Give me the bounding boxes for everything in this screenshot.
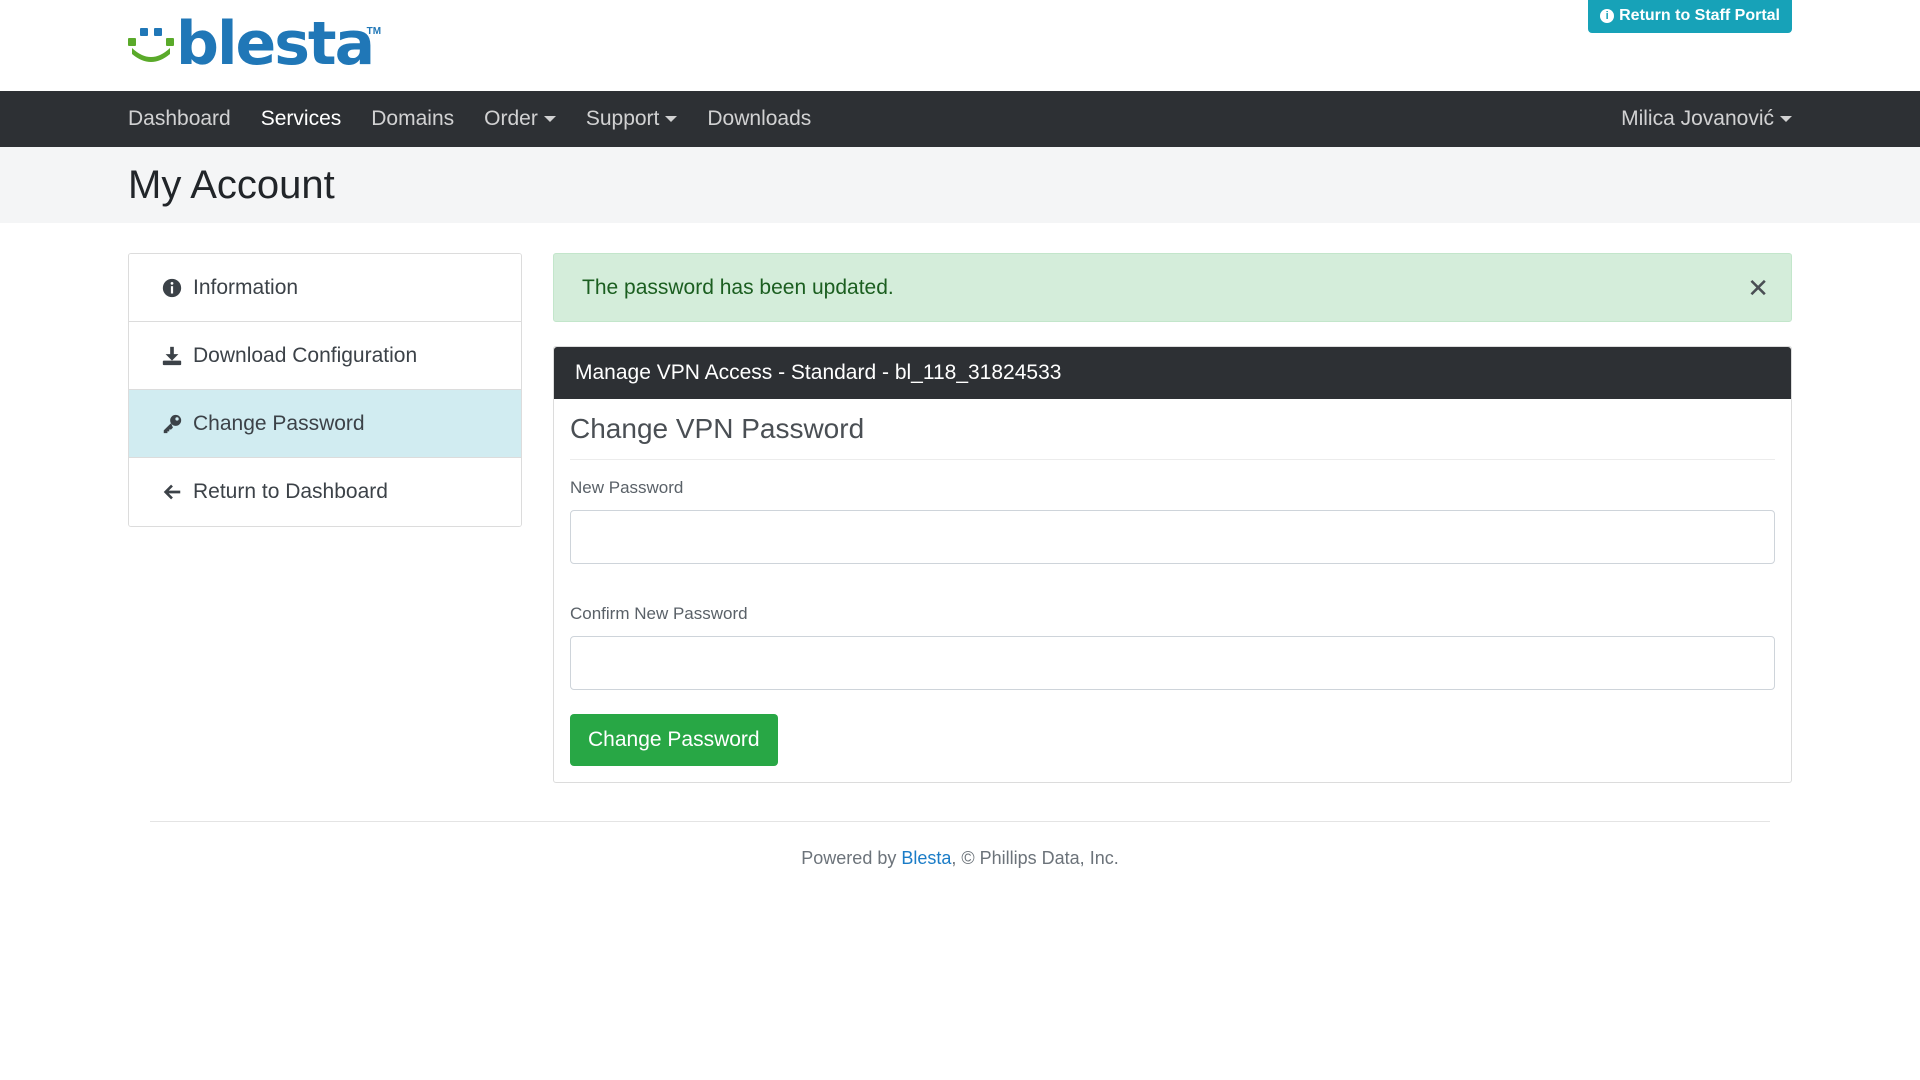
info-circle-icon [161,277,183,299]
new-password-field[interactable] [570,510,1775,564]
confirm-password-label: Confirm New Password [570,604,748,623]
new-password-group: New Password [570,478,1775,564]
chevron-down-icon [1780,116,1792,122]
blesta-link[interactable]: Blesta [901,848,951,868]
sidebar-item-label: Download Configuration [193,343,418,367]
nav-domains-label: Domains [371,107,455,130]
nav-services[interactable]: Services [261,107,342,131]
nav-support-label: Support [585,107,660,130]
info-circle-icon: i [1600,8,1615,23]
nav-dashboard-label: Dashboard [128,107,231,130]
chevron-down-icon [665,116,678,122]
sidebar-item-change-password[interactable]: Change Password [129,390,521,458]
new-password-label: New Password [570,478,684,497]
main-navbar: Dashboard Services Domains Order Support… [0,91,1920,147]
user-name: Milica Jovanović [1621,107,1774,130]
sidebar-item-information[interactable]: Information [129,254,521,322]
logo-trademark: TM [366,26,382,37]
key-icon [161,413,183,435]
arrow-left-icon [161,481,183,503]
logo-wordmark: blesta [176,9,375,79]
nav-downloads[interactable]: Downloads [707,107,811,131]
alert-message: The password has been updated. [582,275,894,299]
footer-text: Powered by Blesta, © Phillips Data, Inc. [0,848,1920,869]
nav-order-label: Order [484,107,538,130]
download-icon [161,345,183,367]
staff-portal-label: Return to Staff Portal [1619,6,1780,24]
page-title: My Account [128,162,335,207]
blesta-logo[interactable]: blesta TM [128,14,381,74]
content-column: The password has been updated. ✕ Manage … [553,253,1792,783]
nav-downloads-label: Downloads [707,107,812,130]
sidebar-item-label: Change Password [193,411,365,435]
site-footer: Powered by Blesta, © Phillips Data, Inc. [0,821,1920,869]
footer-suffix: , © Phillips Data, Inc. [951,848,1119,868]
main-content: Information Download Configuration Chang… [0,223,1920,783]
close-icon[interactable]: ✕ [1747,275,1769,301]
user-menu-dropdown[interactable]: Milica Jovanović [1621,107,1792,131]
sidebar-item-return-to-dashboard[interactable]: Return to Dashboard [129,458,521,526]
confirm-password-field[interactable] [570,636,1775,690]
nav-services-label: Services [260,107,342,130]
nav-order-dropdown[interactable]: Order [484,107,556,131]
nav-support-dropdown[interactable]: Support [586,107,678,131]
change-password-button[interactable]: Change Password [570,714,778,766]
account-sidebar: Information Download Configuration Chang… [128,253,522,527]
nav-dashboard[interactable]: Dashboard [128,107,231,131]
vpn-panel: Manage VPN Access - Standard - bl_118_31… [553,346,1792,783]
confirm-password-group: Confirm New Password [570,604,1775,690]
sidebar-item-download-configuration[interactable]: Download Configuration [129,322,521,390]
chevron-down-icon [543,116,556,122]
logo-smile-icon [128,28,174,62]
sidebar-item-label: Information [193,275,299,299]
nav-domains[interactable]: Domains [371,107,454,131]
success-alert: The password has been updated. ✕ [553,253,1792,322]
sidebar-item-label: Return to Dashboard [193,480,388,503]
site-header: blesta TM i Return to Staff Portal [128,0,1792,91]
panel-body: Change VPN Password New Password Confirm… [554,399,1791,782]
footer-prefix: Powered by [801,848,902,868]
return-to-staff-portal-button[interactable]: i Return to Staff Portal [1588,0,1792,33]
footer-divider [150,821,1770,822]
panel-heading: Manage VPN Access - Standard - bl_118_31… [554,347,1791,399]
form-title: Change VPN Password [570,413,1775,460]
page-title-band: My Account [0,147,1920,223]
